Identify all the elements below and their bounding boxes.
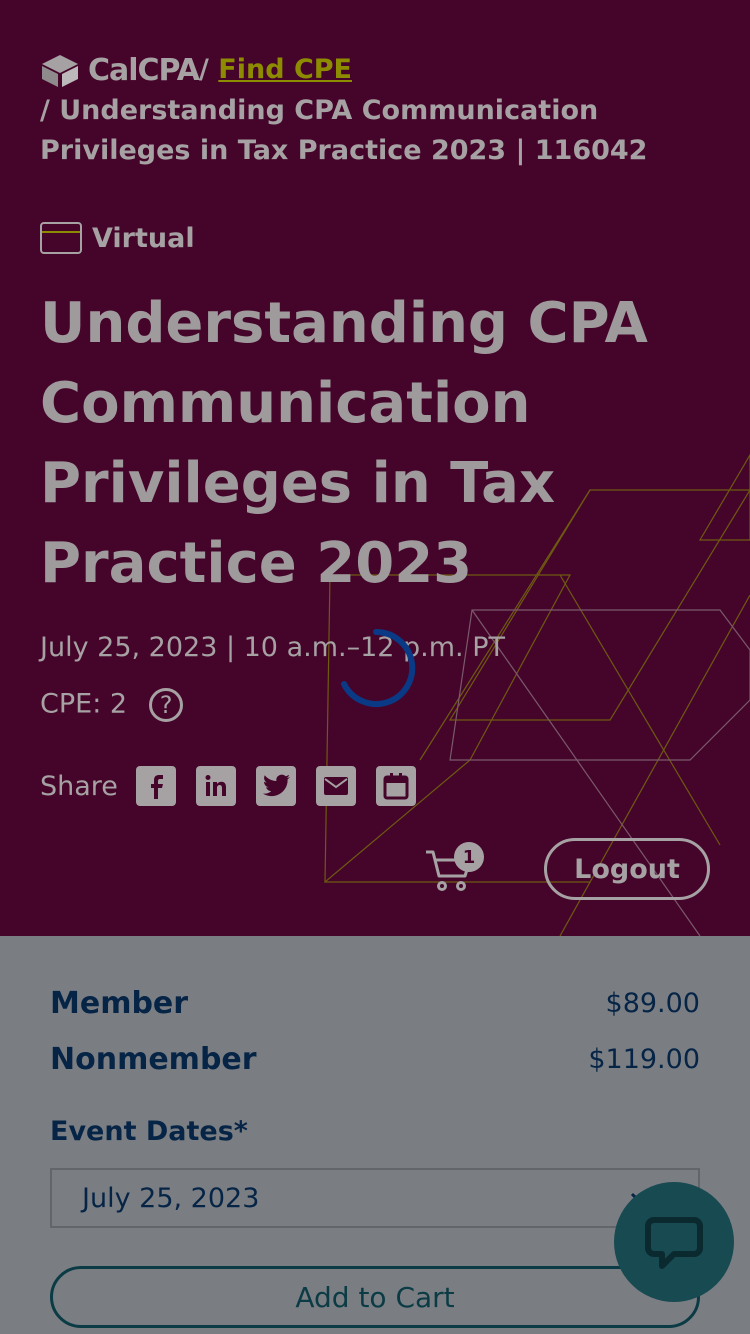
event-date-select[interactable]: July 25, 2023 (50, 1168, 700, 1228)
share-bar: Share (40, 766, 436, 806)
help-icon[interactable]: ? (149, 688, 184, 722)
price-row-member: Member $89.00 (50, 986, 700, 1021)
event-dates-label: Event Dates* (50, 1116, 248, 1147)
logo-text: CalCPA (88, 52, 200, 88)
event-hero: CalCPA / Find CPE / Understanding CPA Co… (0, 0, 750, 936)
add-to-cart-button[interactable]: Add to Cart (50, 1266, 700, 1328)
email-icon[interactable] (315, 766, 356, 806)
price-row-nonmember: Nonmember $119.00 (50, 1042, 700, 1077)
price-label: Member (50, 986, 189, 1021)
browser-window-icon (40, 222, 82, 254)
cpe-label: CPE: 2 (40, 688, 128, 720)
breadcrumb-current: / Understanding CPA Communication Privil… (40, 94, 648, 166)
selected-date: July 25, 2023 (82, 1182, 260, 1214)
breadcrumb: CalCPA / Find CPE / Understanding CPA Co… (40, 50, 710, 171)
share-label: Share (40, 770, 118, 802)
calendar-icon[interactable] (375, 766, 416, 806)
chat-bubble-icon (645, 1217, 703, 1269)
event-mode-label: Virtual (92, 222, 195, 254)
price-value: $119.00 (588, 1044, 700, 1075)
facebook-icon[interactable] (135, 766, 176, 806)
breadcrumb-separator: / (199, 54, 209, 85)
cube-icon (42, 54, 78, 87)
event-title: Understanding CPA Communication Privileg… (40, 291, 648, 596)
chat-button[interactable] (614, 1182, 734, 1302)
cart-count-badge: 1 (454, 842, 484, 872)
calcpa-logo[interactable]: CalCPA (40, 51, 200, 91)
twitter-icon[interactable] (255, 766, 296, 806)
cpe-credits: CPE: 2? (40, 688, 184, 722)
find-cpe-link[interactable]: Find CPE (218, 54, 352, 85)
event-mode: Virtual (40, 222, 195, 254)
logout-button[interactable]: Logout (544, 838, 710, 900)
loading-spinner (341, 628, 416, 707)
price-value: $89.00 (605, 988, 700, 1019)
price-label: Nonmember (50, 1042, 257, 1077)
linkedin-icon[interactable] (195, 766, 236, 806)
event-datetime: July 25, 2023 | 10 a.m.–12 p.m. PT (40, 632, 505, 663)
